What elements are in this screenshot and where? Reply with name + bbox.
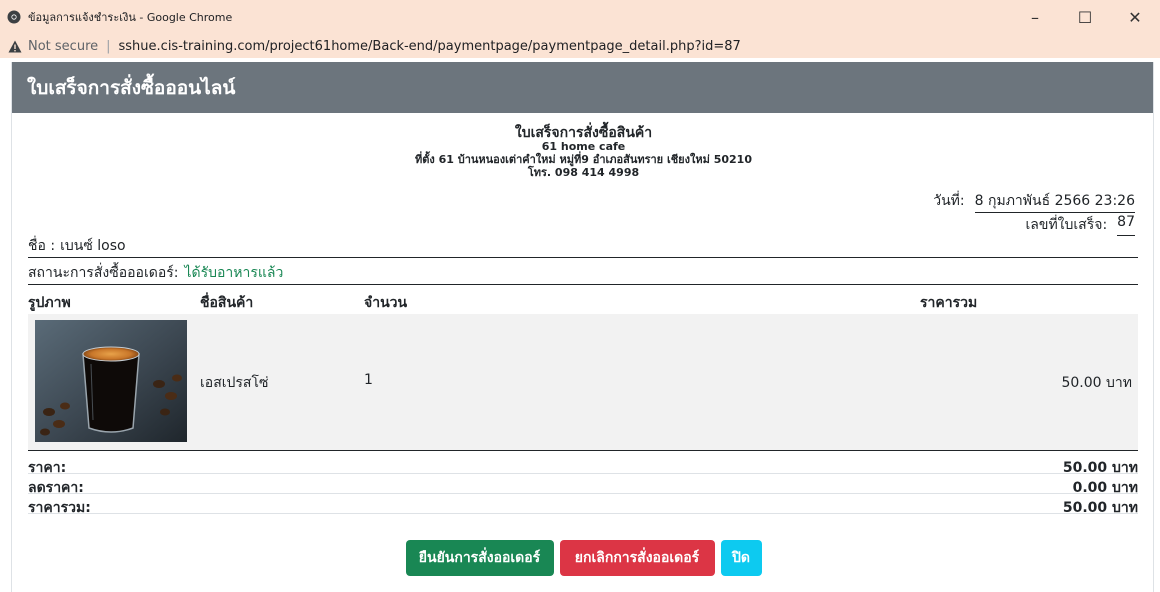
- date-row: วันที่: 8 กุมภาพันธ์ 2566 23:26: [933, 190, 1135, 213]
- order-status-row: สถานะการสั่งซื้อออเดอร์: ได้รับอาหารแล้ว: [28, 262, 1138, 285]
- col-image-header: รูปภาพ: [28, 295, 71, 311]
- shop-address: ที่ตั้ง 61 บ้านหนองเต่าคำใหม่ หมู่ที่9 อ…: [415, 153, 752, 166]
- product-qty: 1: [364, 372, 373, 388]
- customer-name-row: ชื่อ : เบนซ์ loso: [28, 235, 1138, 258]
- bill-number-row: เลขที่ใบเสร็จ: 87: [1026, 214, 1135, 236]
- product-name: เอสเปรสโซ่: [200, 375, 269, 391]
- warning-icon: [8, 39, 22, 53]
- bill-number-value: 87: [1117, 214, 1135, 236]
- minimize-button[interactable]: –: [1010, 0, 1060, 34]
- table-row: เอสเปรสโซ่ 1 50.00 บาท: [28, 314, 1138, 451]
- col-qty-header: จำนวน: [364, 295, 408, 311]
- modal-title: ใบเสร็จการสั่งซื้อออนไลน์: [27, 76, 236, 99]
- total-label: ราคารวม:: [28, 500, 91, 516]
- col-total-header: ราคารวม: [920, 295, 978, 311]
- receipt-heading: ใบเสร็จการสั่งซื้อสินค้า: [514, 125, 653, 141]
- modal-header: ใบเสร็จการสั่งซื้อออนไลน์: [12, 62, 1153, 113]
- date-label: วันที่:: [933, 193, 965, 209]
- date-value: 8 กุมภาพันธ์ 2566 23:26: [974, 190, 1135, 213]
- espresso-photo: [35, 320, 187, 442]
- address-bar[interactable]: Not secure | sshue.cis-training.com/proj…: [0, 34, 1160, 58]
- cancel-order-button[interactable]: ยกเลิกการสั่งออเดอร์: [559, 540, 715, 576]
- summary-discount-row: ลดราคา: 0.00 บาท: [28, 475, 1138, 496]
- bill-number-label: เลขที่ใบเสร็จ:: [1025, 217, 1108, 233]
- url-text[interactable]: sshue.cis-training.com/project61home/Bac…: [119, 39, 741, 54]
- order-status-value: ได้รับอาหารแล้ว: [184, 265, 284, 281]
- table-header: รูปภาพ ชื่อสินค้า จำนวน ราคารวม: [28, 288, 1138, 314]
- address-separator: |: [106, 38, 111, 54]
- total-value: 50.00 บาท: [1062, 500, 1138, 516]
- col-name-header: ชื่อสินค้า: [200, 295, 254, 311]
- close-button[interactable]: ปิด: [720, 540, 762, 576]
- receipt-header: ใบเสร็จการสั่งซื้อสินค้า 61 home cafe ที…: [12, 125, 1155, 179]
- chrome-icon: [6, 9, 22, 25]
- shop-name: 61 home cafe: [541, 140, 626, 153]
- receipt-modal: ใบเสร็จการสั่งซื้อออนไลน์ ใบเสร็จการสั่ง…: [11, 62, 1154, 592]
- product-total: 50.00 บาท: [1061, 375, 1132, 391]
- confirm-order-button[interactable]: ยืนยันการสั่งออเดอร์: [405, 540, 554, 576]
- window-titlebar: ข้อมูลการแจ้งชำระเงิน - Google Chrome – …: [0, 0, 1160, 34]
- summary-price-row: ราคา: 50.00 บาท: [28, 455, 1138, 476]
- window-title: ข้อมูลการแจ้งชำระเงิน - Google Chrome: [28, 11, 233, 24]
- close-window-button[interactable]: ✕: [1110, 0, 1160, 34]
- order-status-label: สถานะการสั่งซื้อออเดอร์:: [28, 265, 179, 281]
- customer-name-value: เบนซ์ loso: [60, 238, 126, 254]
- security-label[interactable]: Not secure: [28, 39, 98, 54]
- summary-total-row: ราคารวม: 50.00 บาท: [28, 495, 1138, 516]
- maximize-button[interactable]: ☐: [1060, 0, 1110, 34]
- customer-name-label: ชื่อ :: [28, 238, 56, 254]
- action-buttons: ยืนยันการสั่งออเดอร์ ยกเลิกการสั่งออเดอร…: [12, 540, 1155, 576]
- shop-phone: โทร. 098 414 4998: [527, 166, 640, 179]
